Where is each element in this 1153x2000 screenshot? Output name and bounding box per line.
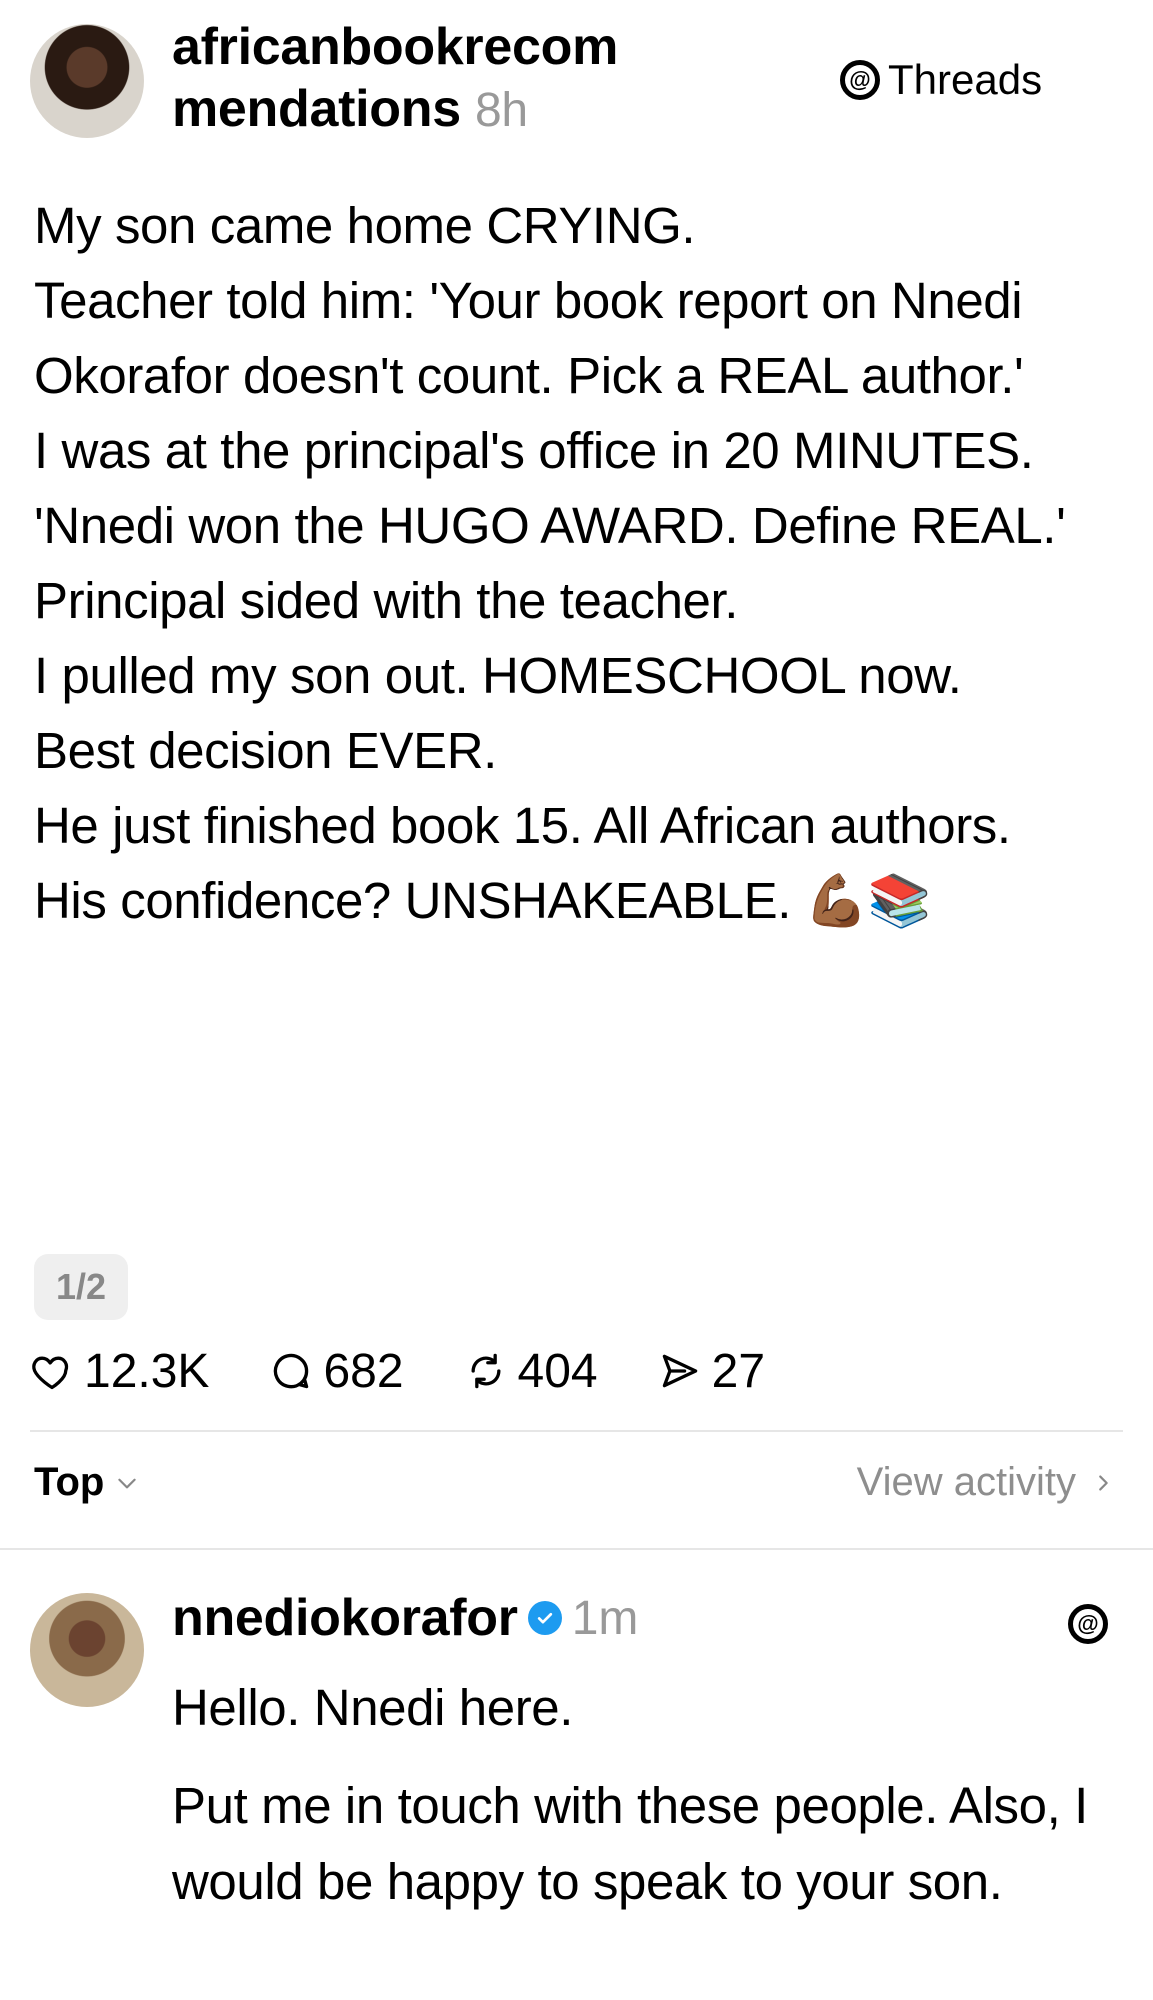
replies-toolbar: Top View activity	[34, 1460, 1114, 1520]
post-line: Principal sided with the teacher.	[34, 572, 739, 629]
post-actions: 12.3K 682 404 27	[30, 1336, 825, 1406]
post-timestamp: 8h	[474, 84, 528, 137]
like-count: 12.3K	[84, 1344, 210, 1398]
thread-pager[interactable]: 1/2	[34, 1254, 128, 1320]
sort-dropdown[interactable]: Top	[34, 1460, 140, 1505]
post-line: My son came home CRYING.	[34, 197, 696, 254]
reply-username[interactable]: nnediokorafor	[172, 1588, 518, 1648]
post-line: Best decision EVER.	[34, 722, 497, 779]
share-icon	[662, 1354, 697, 1388]
threads-logo-icon[interactable]: @	[1068, 1604, 1108, 1644]
divider	[30, 1430, 1123, 1432]
post-username-line2: mendations	[172, 80, 461, 138]
share-button[interactable]: 27	[658, 1344, 765, 1399]
threads-logo-icon: @	[840, 60, 880, 100]
verified-badge-icon	[527, 1601, 562, 1635]
reply-paragraph: Hello. Nnedi here.	[172, 1679, 574, 1736]
reply-body: Hello. Nnedi here. Put me in touch with …	[172, 1670, 1102, 1942]
reply-header: nnediokorafor 1m	[172, 1588, 638, 1648]
divider	[0, 1548, 1153, 1550]
reply-paragraph: Put me in touch with these people. Also,…	[172, 1777, 1088, 1910]
post-line: Teacher told him: 'Your book report on N…	[34, 272, 1024, 404]
reply-count: 682	[323, 1344, 404, 1398]
post-line: I pulled my son out. HOMESCHOOL now.	[34, 647, 962, 704]
heart-icon	[32, 1356, 69, 1390]
post-body: My son came home CRYING. Teacher told hi…	[34, 188, 1134, 938]
reply-button[interactable]: 682	[269, 1344, 404, 1399]
threads-badge: @ Threads	[840, 56, 1042, 104]
post-username-line1: africanbookrecom	[172, 18, 619, 76]
comment-icon	[274, 1353, 309, 1389]
sort-label: Top	[34, 1460, 105, 1504]
chevron-down-icon	[118, 1478, 137, 1488]
post-line: He just finished book 15. All African au…	[34, 797, 1011, 854]
reply-timestamp: 1m	[571, 1591, 639, 1645]
like-button[interactable]: 12.3K	[30, 1344, 209, 1399]
post-line: 'Nnedi won the HUGO AWARD. Define REAL.'	[34, 497, 1066, 554]
post-line: His confidence? UNSHAKEABLE. 💪🏾📚	[34, 872, 931, 929]
avatar[interactable]	[30, 24, 144, 138]
repost-button[interactable]: 404	[464, 1344, 598, 1399]
reply-avatar[interactable]	[30, 1593, 144, 1707]
post-username[interactable]: africanbookrecom mendations 8h	[172, 16, 732, 142]
chevron-right-icon	[1099, 1474, 1108, 1491]
post-header: africanbookrecom mendations 8h	[172, 16, 732, 142]
repost-icon	[471, 1353, 501, 1389]
threads-label: Threads	[888, 56, 1043, 103]
view-activity-label: View activity	[856, 1460, 1076, 1504]
share-count: 27	[711, 1344, 766, 1398]
post-line: I was at the principal's office in 20 MI…	[34, 422, 1034, 479]
view-activity-link[interactable]: View activity	[857, 1460, 1114, 1505]
repost-count: 404	[517, 1344, 598, 1398]
